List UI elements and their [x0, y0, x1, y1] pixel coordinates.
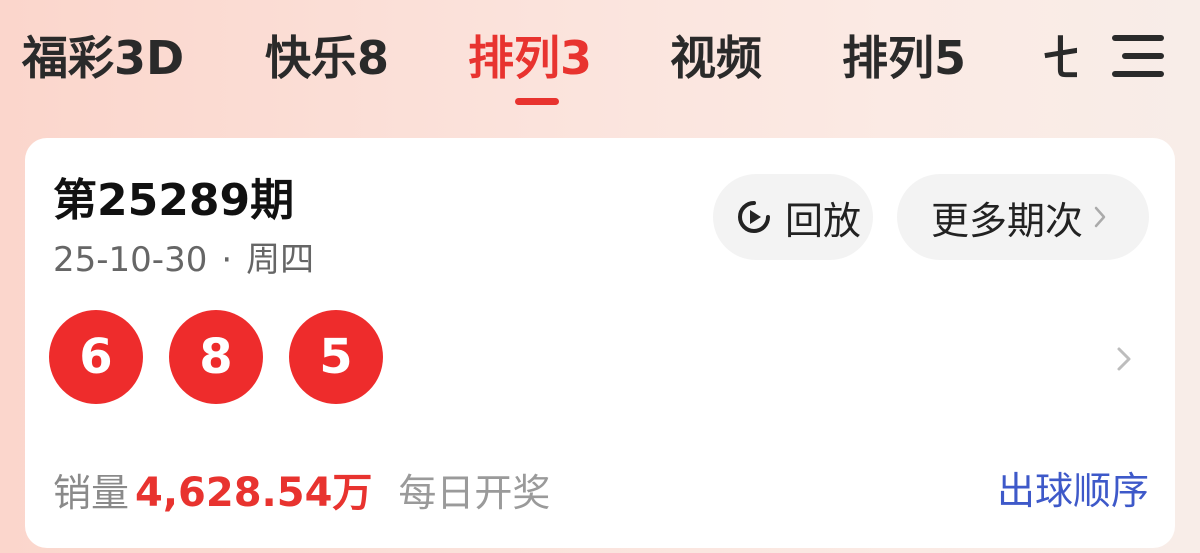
number-ball: 6	[49, 310, 143, 404]
replay-label: 回放	[785, 198, 862, 243]
draw-result-card: 第25289期 25-10-30 · 周四 回放 更多期次 6 8 5 销量 4,62…	[25, 138, 1175, 548]
more-issues-button[interactable]: 更多期次	[897, 174, 1149, 260]
more-issues-label: 更多期次	[931, 198, 1084, 243]
draw-date: 25-10-30 · 周四	[53, 232, 314, 281]
tab-kuaile-8[interactable]: 快乐8	[265, 28, 389, 88]
sales-value: 4,628.54万	[135, 470, 373, 516]
chevron-right-icon[interactable]	[1115, 345, 1133, 373]
draw-weekday: 周四	[246, 240, 315, 280]
issue-number: 第25289期	[53, 175, 295, 226]
active-tab-indicator	[515, 98, 559, 105]
lottery-tab-bar: 福彩3D 快乐8 排列3 视频 排列5 七	[0, 0, 1200, 120]
tab-pailie-3[interactable]: 排列3	[468, 28, 592, 88]
date-separator: ·	[221, 240, 233, 280]
draw-date-value: 25-10-30	[53, 240, 208, 280]
tab-fucai-3d[interactable]: 福彩3D	[22, 28, 184, 88]
replay-icon	[738, 201, 770, 233]
sales-info: 销量 4,628.54万 每日开奖	[53, 460, 550, 516]
draw-frequency: 每日开奖	[398, 471, 551, 515]
number-ball: 8	[169, 310, 263, 404]
number-ball: 5	[289, 310, 383, 404]
replay-button[interactable]: 回放	[713, 174, 873, 260]
menu-icon[interactable]	[1112, 33, 1164, 79]
ball-order-link[interactable]: 出球顺序	[997, 460, 1149, 515]
chevron-right-icon	[1094, 206, 1106, 228]
tab-qixing-clipped[interactable]: 七	[1043, 28, 1077, 88]
tab-pailie-5[interactable]: 排列5	[842, 28, 966, 88]
sales-label: 销量	[53, 471, 130, 515]
tab-video[interactable]: 视频	[670, 28, 762, 88]
tab-qixing-label: 七	[1043, 31, 1077, 85]
